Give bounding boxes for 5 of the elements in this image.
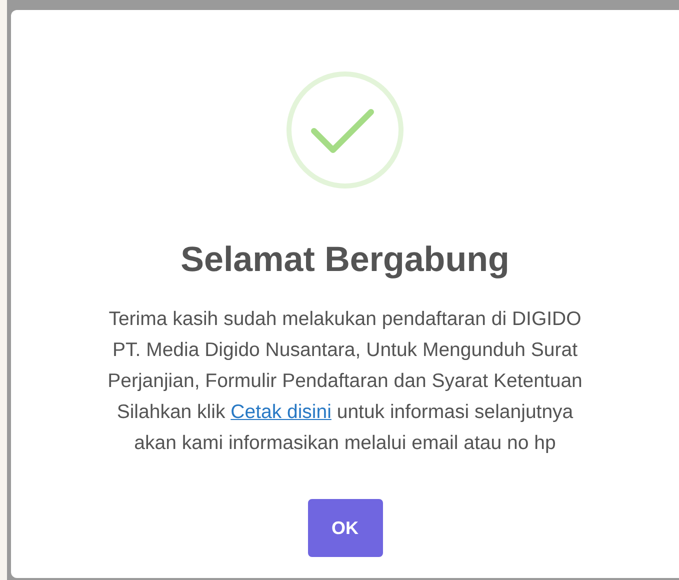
ok-button[interactable]: OK [308, 499, 382, 557]
check-circle-icon [285, 70, 405, 190]
print-link[interactable]: Cetak disini [230, 401, 332, 423]
dialog-title: Selamat Bergabung [180, 240, 510, 280]
dialog-message: Terima kasih sudah melakukan pendaftaran di DIGIDO PT. Media Digido Nusantara, Untuk Mengunduh Surat Perjanjian, Formulir Pendaftaran dan Syarat Ketentuan Silahkan klik Cetak disini untuk informasi selanjutnya akan kami informasikan melalui email atau no hp [108, 307, 582, 456]
